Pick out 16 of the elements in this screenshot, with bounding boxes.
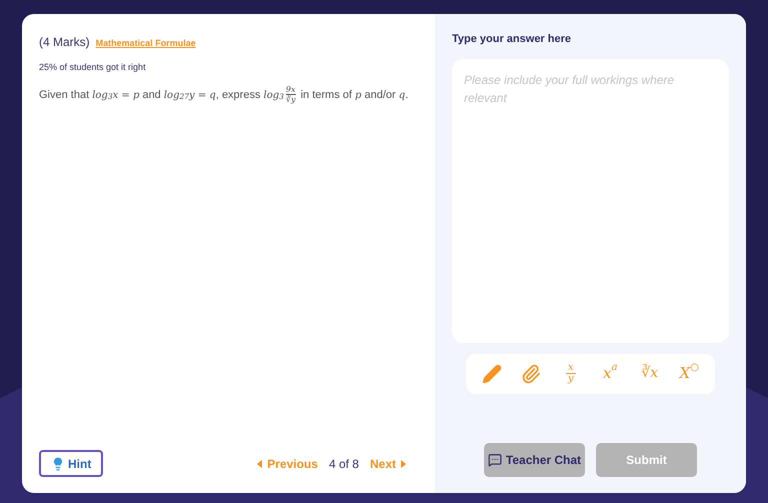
next-button[interactable]: Next [370,454,406,472]
teacher-chat-button[interactable]: Teacher Chat [484,443,585,477]
power-tool[interactable]: X$^{○}$ [673,358,706,390]
answer-label: Type your answer here [452,32,572,47]
lightbulb-icon [51,456,65,470]
page-indicator: 4 of 8 [328,456,359,472]
root-tool[interactable]: ∛x [634,358,666,390]
chat-icon [488,453,502,467]
answer-field[interactable]: Please include your full workings where relevant [452,58,729,342]
previous-button[interactable]: Previous [257,454,318,472]
marks-label: (4 Marks) [39,34,90,51]
power-tool[interactable]: x$^{a}$ [594,358,626,390]
hint-button[interactable]: Hint [39,450,104,477]
formulae-link[interactable]: Mathematical Formulae [96,37,196,50]
fraction-tool[interactable]: x y [554,358,587,390]
success-rate-text: 25% of students got it right [39,61,147,74]
